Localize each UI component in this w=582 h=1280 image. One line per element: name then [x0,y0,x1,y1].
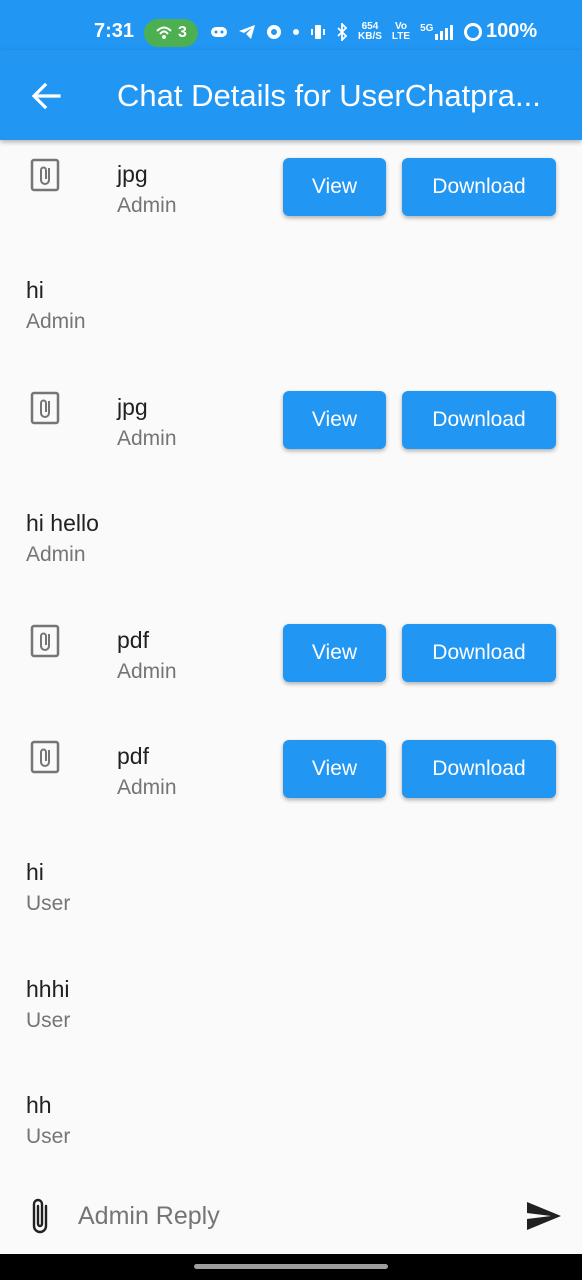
message-sender: Admin [26,310,86,333]
view-button[interactable]: View [283,624,386,682]
download-button[interactable]: Download [402,391,556,449]
message-text: hi hello Admin [0,489,582,589]
message-text: hhhi User [0,955,582,1055]
message-text: hh User [0,1071,582,1171]
signal-icon: 5G [420,24,455,40]
attach-button[interactable] [22,1194,58,1238]
download-button[interactable]: Download [402,740,556,798]
browser-icon [267,25,281,39]
message-sender: Admin [117,194,177,217]
file-type: jpg [117,161,148,187]
home-handle[interactable] [194,1264,388,1269]
battery-ring-icon [464,22,482,41]
hotspot-icon [156,26,172,39]
vibrate-icon [311,25,325,39]
message-file: pdf Admin View Download [0,722,582,822]
reply-composer [0,1178,582,1254]
file-type: jpg [117,394,148,420]
status-bar: 7:31 3 654 KB/S Vo LTE 5G 100% [0,0,582,50]
paperclip-icon [30,740,60,774]
message-file: jpg Admin View Download [0,140,582,240]
paperclip-icon [32,1198,48,1234]
download-button[interactable]: Download [402,158,556,216]
message-sender: Admin [117,427,177,450]
view-button[interactable]: View [283,158,386,216]
hotspot-count: 3 [178,24,187,41]
page-title: Chat Details for UserChatpra... [117,78,541,113]
app-bar: Chat Details for UserChatpra... [0,50,582,140]
message-body: hh [26,1092,52,1118]
telegram-icon [239,25,255,39]
download-button[interactable]: Download [402,624,556,682]
paperclip-icon [30,391,60,425]
message-body: hi hello [26,510,99,536]
volte-indicator: Vo LTE [391,21,411,42]
status-time: 7:31 [94,20,135,42]
message-sender: User [26,892,71,915]
send-button[interactable] [522,1196,566,1236]
message-sender: User [26,1125,71,1148]
message-sender: Admin [26,543,86,566]
view-button[interactable]: View [283,391,386,449]
view-button[interactable]: View [283,740,386,798]
back-button[interactable] [26,76,66,116]
network-speed: 654 KB/S [358,21,382,42]
message-file: jpg Admin View Download [0,373,582,473]
paperclip-icon [30,624,60,658]
send-icon [527,1202,561,1230]
message-sender: Admin [117,660,177,683]
discord-icon [211,27,227,37]
bluetooth-icon [337,23,348,41]
message-body: hi [26,859,44,885]
message-text: hi Admin [0,256,582,356]
reply-input[interactable] [78,1196,498,1236]
message-sender: Admin [117,776,177,799]
paperclip-icon [30,158,60,192]
message-body: hhhi [26,976,70,1002]
message-sender: User [26,1009,71,1032]
message-file: pdf Admin View Download [0,606,582,706]
hotspot-badge: 3 [144,19,198,47]
message-text: hi User [0,838,582,938]
system-nav-bar [0,1254,582,1280]
message-body: hi [26,277,44,303]
file-type: pdf [117,743,149,769]
dot-icon [293,29,299,35]
battery-level: 100% [486,20,538,42]
file-type: pdf [117,627,149,653]
arrow-left-icon [31,83,61,109]
